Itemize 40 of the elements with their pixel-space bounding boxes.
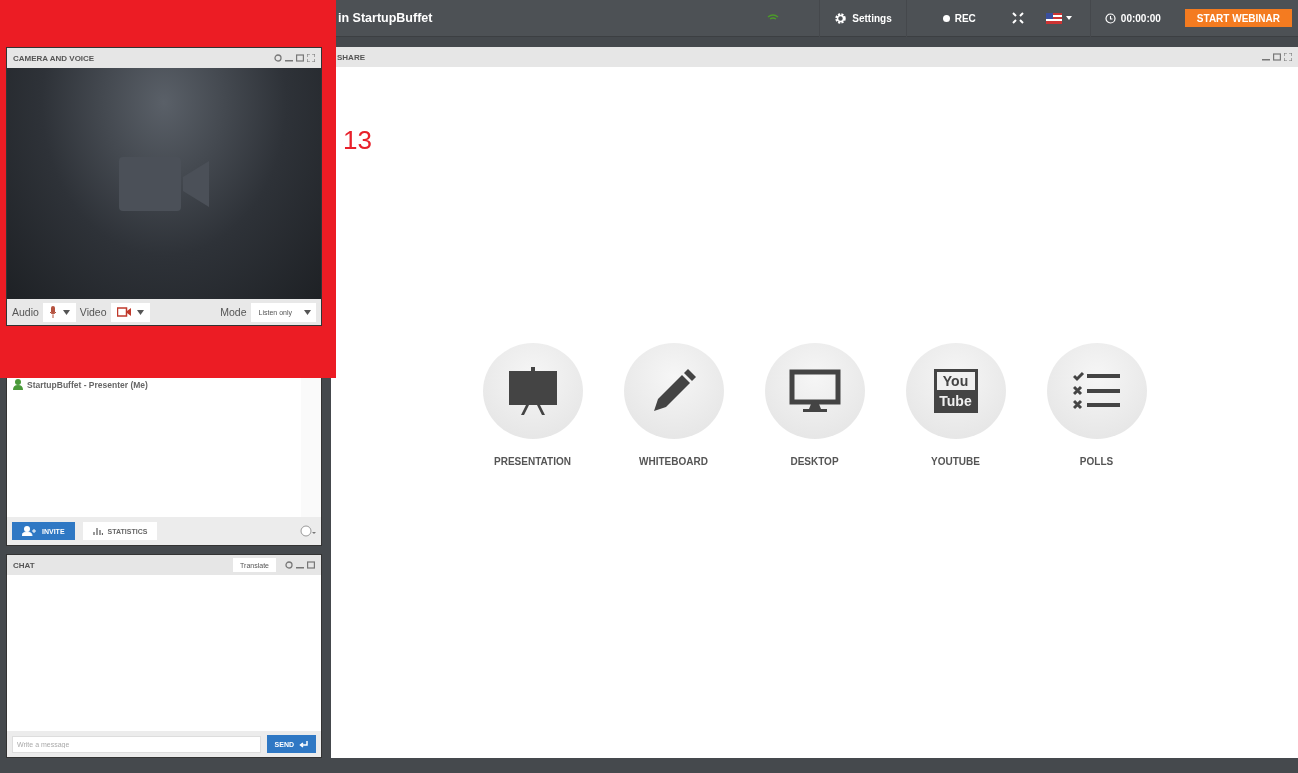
maximize-icon[interactable] (296, 54, 304, 62)
easel-icon (506, 367, 559, 415)
flag-icon[interactable] (1045, 12, 1062, 24)
session-timer: 00:00:00 (1089, 0, 1175, 37)
mode-label: Mode (220, 306, 247, 318)
video-label: Video (79, 306, 107, 318)
camera-dropdown[interactable] (110, 302, 150, 322)
session-title: in StartupBuffet (338, 11, 434, 25)
clock-icon (1104, 12, 1116, 24)
participant-name[interactable]: StartupBuffet - Presenter (Me) (27, 379, 148, 390)
panel-title: CHAT (13, 560, 36, 570)
panel-title: CAMERA AND VOICE (13, 53, 96, 63)
youtube-logo-icon: You Tube (933, 369, 978, 413)
video-camera-icon (116, 307, 131, 317)
audio-label: Audio (12, 306, 39, 318)
bar-chart-icon (92, 527, 103, 535)
microphone-dropdown[interactable] (42, 302, 76, 322)
settings-button[interactable]: Settings (819, 0, 906, 37)
settings-icon[interactable] (285, 561, 293, 569)
caret-icon (62, 309, 70, 315)
maximize-icon[interactable] (1273, 53, 1281, 61)
settings-icon[interactable] (274, 54, 282, 62)
record-dot-icon (942, 14, 950, 22)
pencil-icon (651, 369, 696, 413)
microphone-icon (48, 306, 57, 318)
record-button[interactable]: REC (905, 0, 1000, 37)
add-person-icon (22, 526, 36, 536)
signal-icon (767, 14, 780, 22)
caret-icon (304, 309, 311, 315)
status-icon[interactable] (300, 525, 316, 537)
monitor-icon (788, 369, 841, 413)
person-icon (13, 379, 23, 390)
panel-title: SHARE (337, 52, 366, 62)
enter-icon (299, 740, 308, 748)
maximize-icon[interactable] (307, 561, 315, 569)
caret-icon[interactable] (1065, 16, 1072, 20)
annotation-number: 13 (343, 125, 372, 156)
gear-icon (834, 11, 848, 25)
checklist-icon (1072, 371, 1121, 411)
caret-icon (136, 309, 144, 315)
